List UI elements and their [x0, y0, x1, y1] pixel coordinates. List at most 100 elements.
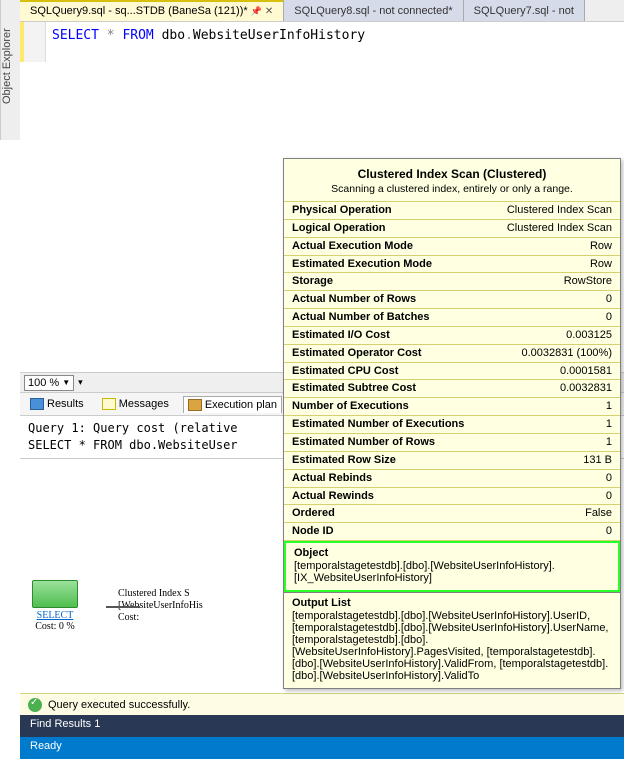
tooltip-row: Estimated CPU Cost0.0001581 — [284, 362, 620, 380]
plan-tooltip: Clustered Index Scan (Clustered) Scannin… — [283, 158, 621, 689]
tooltip-row: Actual Number of Batches0 — [284, 309, 620, 327]
tooltip-row-label: Estimated Operator Cost — [284, 344, 488, 362]
tooltip-row: Actual Rebinds0 — [284, 469, 620, 487]
tooltip-object-section: Object [temporalstagetestdb].[dbo].[Webs… — [284, 541, 620, 592]
tooltip-row-label: Node ID — [284, 523, 488, 541]
tooltip-row-label: Actual Rewinds — [284, 487, 488, 505]
zoom-value: 100 % — [28, 377, 59, 389]
tooltip-row-value: Clustered Index Scan — [488, 219, 620, 237]
sql-editor[interactable]: SELECT * FROM dbo.WebsiteUserInfoHistory — [20, 22, 624, 62]
tooltip-row-label: Logical Operation — [284, 219, 488, 237]
editor-gutter — [24, 22, 46, 62]
tooltip-row-value: 0.0032831 — [488, 380, 620, 398]
tooltip-title: Clustered Index Scan (Clustered) — [290, 167, 614, 181]
tooltip-row-label: Estimated I/O Cost — [284, 326, 488, 344]
tooltip-row-value: 0 — [488, 309, 620, 327]
tooltip-row-value: Row — [488, 237, 620, 255]
tooltip-row: Actual Number of Rows0 — [284, 291, 620, 309]
find-results-label: Find Results 1 — [30, 718, 100, 730]
plan-scan-cost: Cost: — [118, 612, 139, 623]
document-tabs: SQLQuery9.sql - sq...STDB (BaneSa (121))… — [20, 0, 624, 22]
plan-scan-title: Clustered Index S — [118, 588, 190, 599]
chevron-down-icon: ▼ — [62, 378, 70, 387]
find-results-bar[interactable]: Find Results 1 — [20, 715, 624, 737]
tab-sqlquery9[interactable]: SQLQuery9.sql - sq...STDB (BaneSa (121))… — [20, 0, 284, 21]
pin-icon[interactable]: 📌 — [251, 6, 262, 17]
tooltip-properties-table: Physical OperationClustered Index ScanLo… — [284, 201, 620, 541]
tab-execution-plan[interactable]: Execution plan — [183, 396, 282, 413]
tooltip-object-heading: Object — [294, 547, 610, 559]
tooltip-row: OrderedFalse — [284, 505, 620, 523]
tab-messages[interactable]: Messages — [98, 396, 173, 412]
tooltip-row: Logical OperationClustered Index Scan — [284, 219, 620, 237]
tooltip-row-value: 0 — [488, 523, 620, 541]
messages-icon — [102, 398, 116, 410]
tooltip-row-label: Number of Executions — [284, 398, 488, 416]
plan-select-label: SELECT — [32, 610, 78, 621]
tooltip-desc: Scanning a clustered index, entirely or … — [290, 183, 614, 195]
close-icon[interactable]: ✕ — [265, 6, 273, 17]
sql-schema: dbo — [162, 28, 185, 43]
tab-label: SQLQuery8.sql - not connected* — [294, 5, 452, 17]
success-icon — [28, 698, 42, 712]
tooltip-output-section: Output List [temporalstagetestdb].[dbo].… — [284, 592, 620, 688]
tooltip-row: Estimated Number of Rows1 — [284, 433, 620, 451]
select-operator-icon — [32, 580, 78, 608]
tooltip-row-value: 0.0032831 (100%) — [488, 344, 620, 362]
tooltip-row-label: Estimated Subtree Cost — [284, 380, 488, 398]
tooltip-row-value: Clustered Index Scan — [488, 202, 620, 220]
tooltip-row-label: Actual Rebinds — [284, 469, 488, 487]
tab-results[interactable]: Results — [26, 396, 88, 412]
status-text: Query executed successfully. — [48, 699, 190, 711]
sql-table: WebsiteUserInfoHistory — [193, 28, 365, 43]
tooltip-row-value: 1 — [488, 433, 620, 451]
tooltip-row-value: 131 B — [488, 451, 620, 469]
plan-node-select[interactable]: SELECT Cost: 0 % — [32, 580, 78, 632]
tooltip-output-heading: Output List — [292, 597, 612, 609]
tooltip-row-value: False — [488, 505, 620, 523]
tooltip-row: Estimated I/O Cost0.003125 — [284, 326, 620, 344]
plan-select-cost: Cost: 0 % — [32, 621, 78, 632]
zoom-caret[interactable]: ▾ — [78, 377, 83, 388]
tooltip-row-label: Actual Number of Rows — [284, 291, 488, 309]
tooltip-row: StorageRowStore — [284, 273, 620, 291]
plan-icon — [188, 399, 202, 411]
tooltip-row-value: 0 — [488, 291, 620, 309]
tooltip-row: Estimated Row Size131 B — [284, 451, 620, 469]
tooltip-row: Actual Rewinds0 — [284, 487, 620, 505]
tooltip-row: Physical OperationClustered Index Scan — [284, 202, 620, 220]
tooltip-row: Number of Executions1 — [284, 398, 620, 416]
tooltip-row-value: 1 — [488, 398, 620, 416]
sql-keyword-from: FROM — [122, 28, 153, 43]
tooltip-row-label: Ordered — [284, 505, 488, 523]
tooltip-row-label: Estimated Number of Rows — [284, 433, 488, 451]
ready-bar: Ready — [20, 737, 624, 759]
tooltip-row: Actual Execution ModeRow — [284, 237, 620, 255]
sql-star: * — [107, 28, 115, 43]
grid-icon — [30, 398, 44, 410]
tooltip-row-value: 0.003125 — [488, 326, 620, 344]
tooltip-row-value: 0.0001581 — [488, 362, 620, 380]
tooltip-row: Estimated Execution ModeRow — [284, 255, 620, 273]
tooltip-row-value: RowStore — [488, 273, 620, 291]
tooltip-row-label: Actual Number of Batches — [284, 309, 488, 327]
sql-dot: . — [185, 28, 193, 43]
ready-label: Ready — [30, 740, 62, 752]
tooltip-row: Estimated Operator Cost0.0032831 (100%) — [284, 344, 620, 362]
tab-plan-label: Execution plan — [205, 399, 277, 411]
plan-arrow — [106, 606, 140, 608]
tooltip-row-label: Estimated Number of Executions — [284, 416, 488, 434]
tooltip-row: Node ID0 — [284, 523, 620, 541]
tab-messages-label: Messages — [119, 398, 169, 410]
tooltip-row-label: Storage — [284, 273, 488, 291]
object-explorer-label: Object Explorer — [1, 28, 13, 104]
tooltip-row-label: Estimated Row Size — [284, 451, 488, 469]
tooltip-output-body: [temporalstagetestdb].[dbo].[WebsiteUser… — [292, 610, 609, 682]
sql-keyword-select: SELECT — [52, 28, 99, 43]
tab-results-label: Results — [47, 398, 84, 410]
object-explorer-tab[interactable]: Object Explorer — [0, 0, 20, 140]
tooltip-row: Estimated Number of Executions1 — [284, 416, 620, 434]
zoom-dropdown[interactable]: 100 % ▼ — [24, 375, 74, 391]
tab-sqlquery8[interactable]: SQLQuery8.sql - not connected* — [284, 0, 463, 21]
tab-sqlquery7[interactable]: SQLQuery7.sql - not — [464, 0, 585, 21]
